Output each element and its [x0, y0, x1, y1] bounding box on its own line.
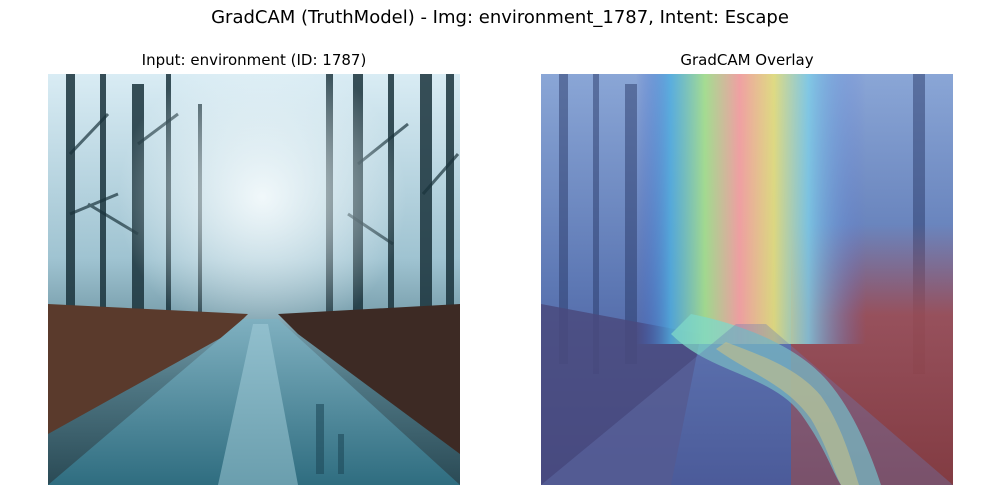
input-image — [48, 74, 460, 485]
gradcam-overlay-image — [541, 74, 953, 485]
overlay-panel-title: GradCAM Overlay — [680, 51, 814, 69]
forest-road-image — [48, 74, 460, 485]
figure-title: GradCAM (TruthModel) - Img: environment_… — [211, 7, 789, 28]
gradcam-heatmap — [541, 74, 953, 485]
input-panel-title: Input: environment (ID: 1787) — [141, 51, 367, 69]
